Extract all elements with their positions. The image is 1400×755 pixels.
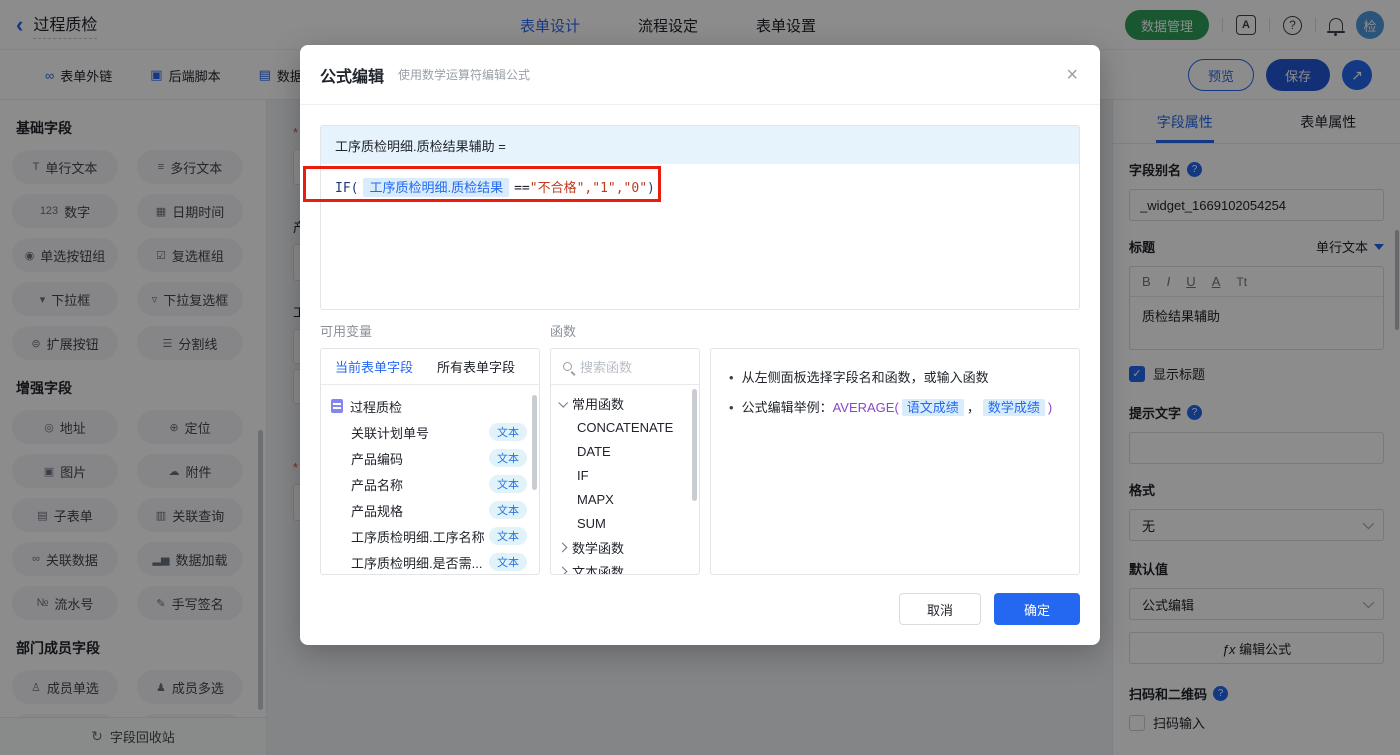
- function-item[interactable]: CONCATENATE: [559, 415, 691, 439]
- chevron-down-icon: [558, 397, 569, 408]
- variable-rows: 关联计划单号 文本 产品编码 文本 产品名称 文本 产品规格 文本 工序质检明细.工序名称 文本工…: [331, 419, 529, 574]
- type-badge: 文本: [489, 501, 527, 519]
- function-search[interactable]: 搜索函数: [551, 349, 699, 385]
- formula-target: 工序质检明细.质检结果辅助 =: [321, 126, 1079, 164]
- type-badge: 文本: [489, 527, 527, 545]
- functions-scrollbar[interactable]: [692, 389, 697, 501]
- search-placeholder: 搜索函数: [580, 360, 633, 375]
- variables-scrollbar[interactable]: [532, 395, 537, 490]
- functions-label: 函数: [550, 324, 577, 339]
- help-tip-1: 从左侧面板选择字段名和函数，或输入函数: [741, 370, 989, 385]
- function-label: 文本函数: [572, 564, 625, 575]
- function-group[interactable]: 数学函数: [557, 535, 691, 559]
- type-badge: 文本: [489, 553, 527, 571]
- variables-panel: 当前表单字段 所有表单字段 过程质检 关联计划单号 文本 产品编码 文本 产品名称 文本产…: [320, 348, 540, 575]
- formula-editor-modal: 公式编辑 使用数学运算符编辑公式 × 工序质检明细.质检结果辅助 = IF(工序…: [300, 45, 1100, 645]
- variable-name: 工序质检明细.是否需...: [351, 555, 483, 571]
- chevron-right-icon: [557, 542, 568, 552]
- annotation-red-box: [303, 166, 661, 202]
- function-item[interactable]: SUM: [559, 511, 691, 535]
- variable-name: 产品名称: [351, 477, 404, 493]
- variable-row[interactable]: 工序质检明细.工序名称 文本: [331, 523, 529, 549]
- function-label: 常用函数: [572, 396, 625, 412]
- example-field-token: 数学成绩: [982, 399, 1045, 416]
- bullet-icon: •: [729, 400, 734, 415]
- function-item[interactable]: DATE: [559, 439, 691, 463]
- functions-panel: 搜索函数 常用函数 CONCATENATE DATE IF MAPX SUM 数学函数文本函…: [550, 348, 700, 575]
- variable-row[interactable]: 产品规格 文本: [331, 497, 529, 523]
- variables-label: 可用变量: [320, 324, 373, 339]
- function-item[interactable]: MAPX: [559, 487, 691, 511]
- bullet-icon: •: [729, 370, 734, 385]
- formula-editor[interactable]: 工序质检明细.质检结果辅助 = IF(工序质检明细.质检结果 =="不合格","1…: [320, 125, 1080, 310]
- confirm-button[interactable]: 确定: [994, 593, 1080, 625]
- function-label: IF: [577, 467, 589, 483]
- example-field-token: 语文成绩: [901, 399, 964, 416]
- function-group[interactable]: 文本函数: [557, 559, 691, 575]
- variable-name: 关联计划单号: [351, 425, 430, 441]
- variable-row[interactable]: 产品名称 文本: [331, 471, 529, 497]
- tab-current-form-fields[interactable]: 当前表单字段: [335, 357, 413, 376]
- function-group[interactable]: 常用函数: [558, 391, 691, 415]
- variable-name: 工序质检明细.工序名称: [351, 529, 485, 545]
- variable-row[interactable]: 关联计划单号 文本: [331, 419, 529, 445]
- search-icon: [563, 362, 572, 371]
- help-tip-2: 公式编辑举例：AVERAGE(语文成绩，数学成绩): [741, 399, 1053, 416]
- cancel-button[interactable]: 取消: [899, 593, 981, 625]
- function-label: SUM: [577, 515, 606, 531]
- type-badge: 文本: [489, 449, 527, 467]
- function-rows: 常用函数 CONCATENATE DATE IF MAPX SUM 数学函数文本函数: [551, 385, 699, 575]
- variable-name: 产品编码: [351, 451, 404, 467]
- function-label: 数学函数: [572, 540, 625, 556]
- type-badge: 文本: [489, 475, 527, 493]
- chevron-right-icon: [557, 566, 568, 574]
- variable-name: 产品规格: [351, 503, 404, 519]
- function-label: MAPX: [577, 491, 614, 507]
- modal-title: 公式编辑: [320, 68, 385, 86]
- tab-all-form-fields[interactable]: 所有表单字段: [437, 357, 515, 376]
- function-label: DATE: [577, 443, 611, 459]
- function-label: CONCATENATE: [577, 419, 674, 435]
- modal-subtitle: 使用数学运算符编辑公式: [398, 68, 531, 82]
- function-item[interactable]: IF: [559, 463, 691, 487]
- form-icon: [331, 399, 343, 413]
- formula-help-panel: • 从左侧面板选择字段名和函数，或输入函数 • 公式编辑举例：AVERAGE(语文…: [710, 348, 1080, 575]
- variable-row[interactable]: 产品编码 文本: [331, 445, 529, 471]
- variable-row[interactable]: 工序质检明细.是否需... 文本: [331, 549, 529, 574]
- form-tree-root[interactable]: 过程质检: [331, 393, 529, 419]
- type-badge: 文本: [489, 423, 527, 441]
- close-icon[interactable]: ×: [1066, 65, 1078, 85]
